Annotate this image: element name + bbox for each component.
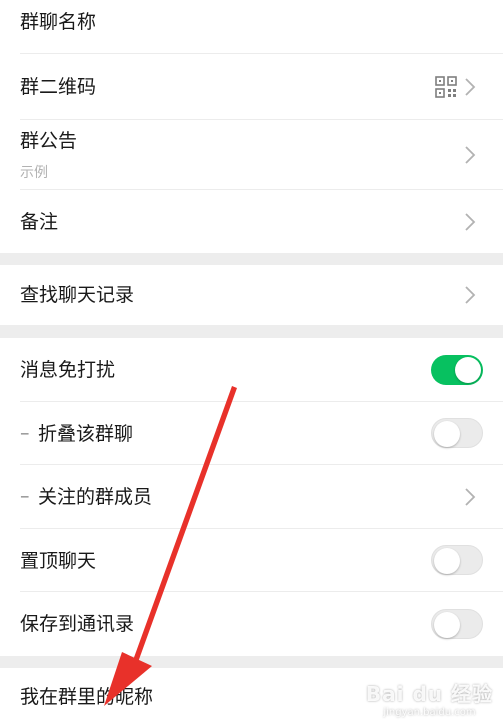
my-nickname-label: 我在群里的昵称 [20,686,154,708]
group-name-label: 群聊名称 [20,11,97,33]
watermark-brand: Bai du 经验 [365,682,493,706]
toggle-knob [455,357,481,383]
toggle-knob [434,421,460,447]
remark-row[interactable]: 备注 [0,190,503,253]
qr-code-label: 群二维码 [20,76,97,98]
chat-settings-section: 消息免打扰 – 折叠该群聊 – 关注的群成员 置顶聊天 保存到通讯录 [0,338,503,656]
announcement-label: 群公告 [20,130,78,152]
save-contacts-row: 保存到通讯录 [0,592,503,656]
search-section: 查找聊天记录 [0,265,503,325]
pin-toggle[interactable] [431,545,483,575]
chevron-right-icon [465,78,476,96]
mute-label: 消息免打扰 [20,359,116,381]
watermark-url: jingyan.baidu.com [383,707,476,718]
group-name-row[interactable]: 群聊名称 [0,0,503,54]
fold-dash: – [20,422,30,444]
chevron-right-icon [465,213,476,231]
pin-label: 置顶聊天 [20,550,97,572]
watermark: Bai du 经验 jingyan.baidu.com [366,678,493,718]
fold-toggle[interactable] [431,418,483,448]
announcement-row[interactable]: 群公告 示例 [0,120,503,190]
group-info-section: 群聊名称 群二维码 群公告 示例 备注 [0,0,503,253]
mute-row: 消息免打扰 [0,338,503,402]
chevron-right-icon [465,286,476,304]
announcement-preview: 示例 [20,165,48,181]
fold-label: 折叠该群聊 [38,423,134,445]
mute-toggle[interactable] [431,355,483,385]
pin-row: 置顶聊天 [0,529,503,592]
search-history-label: 查找聊天记录 [20,284,135,306]
qr-code-icon [435,76,457,98]
toggle-knob [434,548,460,574]
followed-members-dash: – [20,485,30,507]
chevron-right-icon [465,488,476,506]
search-history-row[interactable]: 查找聊天记录 [0,265,503,325]
save-contacts-toggle[interactable] [431,609,483,639]
chevron-right-icon [465,146,476,164]
remark-label: 备注 [20,211,59,233]
followed-members-row[interactable]: – 关注的群成员 [0,465,503,529]
qr-code-row[interactable]: 群二维码 [0,54,503,120]
fold-row: – 折叠该群聊 [0,402,503,465]
followed-members-label: 关注的群成员 [38,486,153,508]
save-contacts-label: 保存到通讯录 [20,613,135,635]
toggle-knob [434,612,460,638]
